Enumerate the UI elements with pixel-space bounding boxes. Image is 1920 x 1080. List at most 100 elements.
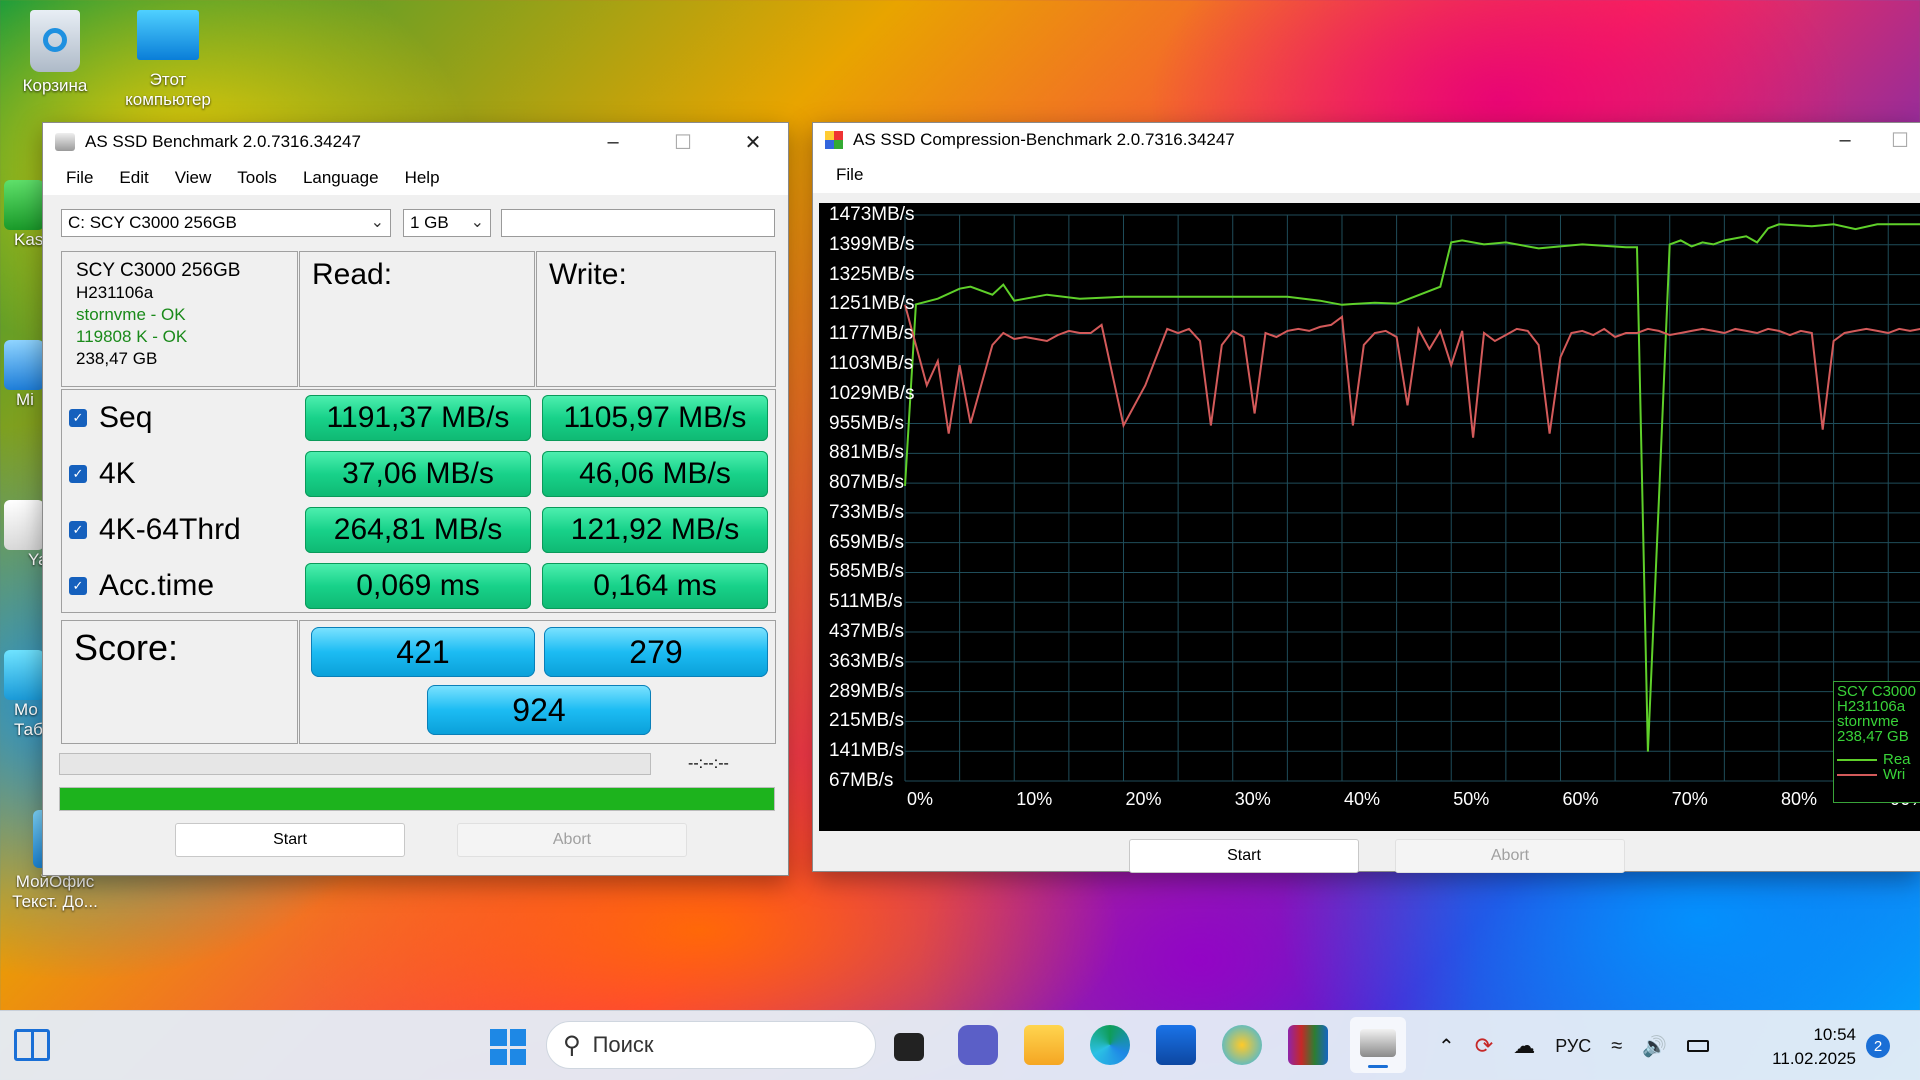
compression-window: AS SSD Compression-Benchmark 2.0.7316.34… bbox=[812, 122, 1920, 873]
chart-legend: SCY C3000 H231106a stornvme 238,47 GB Re… bbox=[1833, 681, 1920, 803]
language-indicator[interactable]: РУС bbox=[1555, 1036, 1591, 1057]
cloud-icon[interactable]: ☁ bbox=[1513, 1033, 1535, 1059]
x-tick-label: 70% bbox=[1671, 789, 1708, 809]
clock[interactable]: 10:54 11.02.2025 bbox=[1760, 1023, 1856, 1071]
checkbox-checked-icon[interactable]: ✓ bbox=[69, 465, 87, 483]
y-tick-label: 363MB/s bbox=[829, 650, 904, 672]
y-tick-label: 1399MB/s bbox=[829, 233, 915, 255]
y-tick-label: 141MB/s bbox=[829, 740, 904, 762]
menu-tools[interactable]: Tools bbox=[224, 168, 290, 188]
drive-model: SCY C3000 256GB bbox=[76, 260, 241, 281]
4k-64thrd-read-value: 264,81 MB/s bbox=[305, 507, 531, 553]
menu-file[interactable]: File bbox=[53, 168, 106, 188]
menu-view[interactable]: View bbox=[162, 168, 225, 188]
chat-icon[interactable] bbox=[958, 1025, 998, 1065]
drive-firmware: H231106a bbox=[76, 283, 154, 302]
file-explorer-icon[interactable] bbox=[1024, 1025, 1064, 1065]
search-icon: ⚲ bbox=[563, 1031, 581, 1059]
abort-button[interactable]: Abort bbox=[1395, 839, 1625, 873]
score-label: Score: bbox=[61, 620, 298, 744]
minimize-button[interactable]: – bbox=[1810, 121, 1880, 159]
widgets-icon[interactable] bbox=[14, 1029, 50, 1061]
microsoft-store-icon[interactable] bbox=[1156, 1025, 1196, 1065]
x-tick-label: 10% bbox=[1016, 789, 1053, 809]
title-bar[interactable]: AS SSD Compression-Benchmark 2.0.7316.34… bbox=[813, 123, 1920, 157]
4k-read-value: 37,06 MB/s bbox=[305, 451, 531, 497]
start-button[interactable]: Start bbox=[175, 823, 405, 857]
winrar-icon[interactable] bbox=[1288, 1025, 1328, 1065]
title-bar[interactable]: AS SSD Benchmark 2.0.7316.34247 – ☐ ✕ bbox=[43, 123, 788, 161]
4k-64thrd-write-value: 121,92 MB/s bbox=[542, 507, 768, 553]
legend-write: Wri bbox=[1837, 767, 1917, 782]
seq-read-value: 1191,37 MB/s bbox=[305, 395, 531, 441]
y-tick-label: 1029MB/s bbox=[829, 382, 915, 404]
menu-language[interactable]: Language bbox=[290, 168, 392, 188]
clock-time: 10:54 bbox=[1813, 1025, 1856, 1044]
menu-help[interactable]: Help bbox=[392, 168, 453, 188]
start-button[interactable]: Start bbox=[1129, 839, 1359, 873]
checkbox-checked-icon[interactable]: ✓ bbox=[69, 577, 87, 595]
edge-browser-icon[interactable] bbox=[1090, 1025, 1130, 1065]
compression-app-icon bbox=[825, 131, 843, 149]
abort-button[interactable]: Abort bbox=[457, 823, 687, 857]
y-tick-label: 807MB/s bbox=[829, 472, 904, 494]
sync-icon[interactable]: ⟳ bbox=[1475, 1033, 1493, 1059]
desktop-icon-this-pc[interactable]: Этот компьютер bbox=[118, 10, 218, 122]
drive-info-panel: SCY C3000 256GB H231106a stornvme - OK 1… bbox=[61, 251, 298, 387]
desktop-icon-label: Этот компьютер bbox=[125, 70, 211, 109]
desktop-icon-partial[interactable]: Мо Таб bbox=[0, 650, 46, 740]
paint-app-icon[interactable] bbox=[1222, 1025, 1262, 1065]
menu-file[interactable]: File bbox=[823, 165, 876, 185]
as-ssd-window: AS SSD Benchmark 2.0.7316.34247 – ☐ ✕ Fi… bbox=[42, 122, 789, 876]
row-seq[interactable]: ✓ Seq bbox=[63, 393, 152, 443]
battery-icon[interactable] bbox=[1687, 1040, 1710, 1052]
app-shortcut-icon bbox=[4, 180, 44, 230]
x-tick-label: 20% bbox=[1125, 789, 1162, 809]
row-4k-64thrd[interactable]: ✓ 4K-64Thrd bbox=[63, 505, 241, 555]
speaker-icon[interactable]: 🔊 bbox=[1642, 1034, 1667, 1059]
desktop-icon-partial[interactable]: Mi bbox=[0, 340, 46, 410]
app-shortcut-icon bbox=[4, 340, 44, 390]
maximize-button[interactable]: ☐ bbox=[1880, 121, 1920, 159]
minimize-button[interactable]: – bbox=[578, 123, 648, 161]
legend-read: Rea bbox=[1837, 752, 1917, 767]
x-tick-label: 40% bbox=[1343, 789, 1381, 809]
row-acc-time[interactable]: ✓ Acc.time bbox=[63, 561, 214, 611]
checkbox-checked-icon[interactable]: ✓ bbox=[69, 521, 87, 539]
read-header: Read: bbox=[299, 251, 535, 387]
system-tray: ⌃ ⟳ ☁ РУС ≈ 🔊 bbox=[1438, 1011, 1710, 1080]
y-tick-label: 1103MB/s bbox=[829, 352, 914, 374]
close-button[interactable]: ✕ bbox=[718, 123, 788, 161]
y-tick-label: 1473MB/s bbox=[829, 204, 915, 225]
size-select[interactable]: 1 GB ⌄ bbox=[403, 209, 491, 237]
checkbox-checked-icon[interactable]: ✓ bbox=[69, 409, 87, 427]
y-tick-label: 1251MB/s bbox=[829, 293, 915, 315]
desktop-icon-partial[interactable]: Kas bbox=[0, 180, 46, 250]
drive-select[interactable]: C: SCY C3000 256GB ⌄ bbox=[61, 209, 391, 237]
legend-line: SCY C3000 bbox=[1837, 683, 1916, 700]
legend-line: 238,47 GB bbox=[1837, 728, 1909, 745]
task-view-icon[interactable] bbox=[894, 1033, 924, 1061]
desktop-icon-recycle-bin[interactable]: Корзина bbox=[5, 10, 105, 96]
alignment-status: 119808 K - OK bbox=[76, 327, 188, 346]
driver-status: stornvme - OK bbox=[76, 305, 186, 324]
search-box[interactable]: ⚲ Поиск bbox=[546, 1021, 876, 1069]
chevron-up-icon[interactable]: ⌃ bbox=[1438, 1034, 1455, 1059]
x-tick-label: 60% bbox=[1562, 789, 1599, 809]
progress-fill bbox=[60, 788, 774, 810]
menu-edit[interactable]: Edit bbox=[106, 168, 161, 188]
window-title: AS SSD Compression-Benchmark 2.0.7316.34… bbox=[853, 130, 1235, 149]
as-ssd-taskbar-icon[interactable] bbox=[1350, 1017, 1406, 1073]
y-tick-label: 437MB/s bbox=[829, 621, 904, 643]
maximize-button[interactable]: ☐ bbox=[648, 123, 718, 161]
y-tick-label: 659MB/s bbox=[829, 531, 904, 553]
notification-badge[interactable]: 2 bbox=[1866, 1034, 1890, 1058]
y-tick-label: 1177MB/s bbox=[829, 323, 914, 345]
x-tick-label: 80% bbox=[1780, 789, 1817, 809]
start-menu-icon[interactable] bbox=[490, 1029, 526, 1065]
score-total: 924 bbox=[427, 685, 651, 735]
wifi-icon[interactable]: ≈ bbox=[1611, 1035, 1622, 1058]
row-4k[interactable]: ✓ 4K bbox=[63, 449, 136, 499]
monitor-icon bbox=[137, 10, 199, 60]
desktop-icon-partial[interactable]: Ya bbox=[0, 500, 46, 570]
